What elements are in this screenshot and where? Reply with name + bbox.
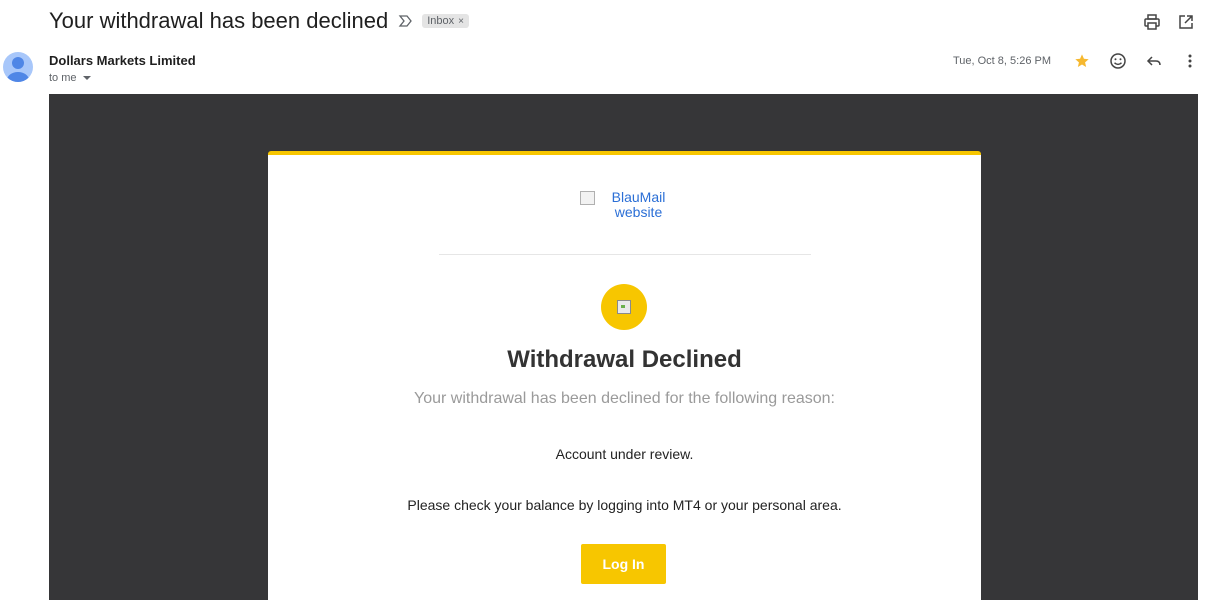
sender-name[interactable]: Dollars Markets Limited [49,53,196,68]
star-icon[interactable] [1071,50,1093,72]
card-subtitle: Your withdrawal has been declined for th… [413,390,835,407]
inbox-label-chip[interactable]: Inbox × [422,14,469,28]
recipient-line[interactable]: to me [49,72,91,84]
message-date: Tue, Oct 8, 5:26 PM [952,55,1051,67]
email-card: BlauMail website Withdrawal Declined You… [268,151,981,611]
emoji-reaction-icon[interactable] [1107,50,1129,72]
top-actions [1141,11,1197,33]
login-button[interactable]: Log In [581,544,666,584]
inbox-label-text: Inbox [427,15,455,27]
more-vert-icon[interactable] [1179,50,1201,72]
card-title: Withdrawal Declined [507,346,742,373]
importance-marker-icon[interactable] [398,13,416,29]
email-body-background: BlauMail website Withdrawal Declined You… [49,94,1198,611]
logo-alt-text: BlauMail website [611,189,666,220]
open-in-new-window-icon[interactable] [1175,11,1197,33]
sender-avatar[interactable] [3,52,33,82]
chevron-down-icon[interactable] [82,76,91,80]
status-badge [601,284,647,330]
message-meta: Tue, Oct 8, 5:26 PM [953,50,1201,72]
logo-link[interactable]: BlauMail website [268,190,981,220]
recipient-text: to me [49,72,77,84]
instruction-text: Please check your balance by logging int… [407,497,842,513]
divider [439,254,811,255]
broken-image-icon [617,300,631,314]
broken-image-icon [579,191,595,206]
remove-label-icon[interactable]: × [458,16,464,27]
subject-row: Your withdrawal has been declined Inbox … [49,6,469,36]
email-subject: Your withdrawal has been declined [49,8,389,33]
decline-reason: Account under review. [555,446,694,462]
reply-icon[interactable] [1143,50,1165,72]
print-icon[interactable] [1141,11,1163,33]
